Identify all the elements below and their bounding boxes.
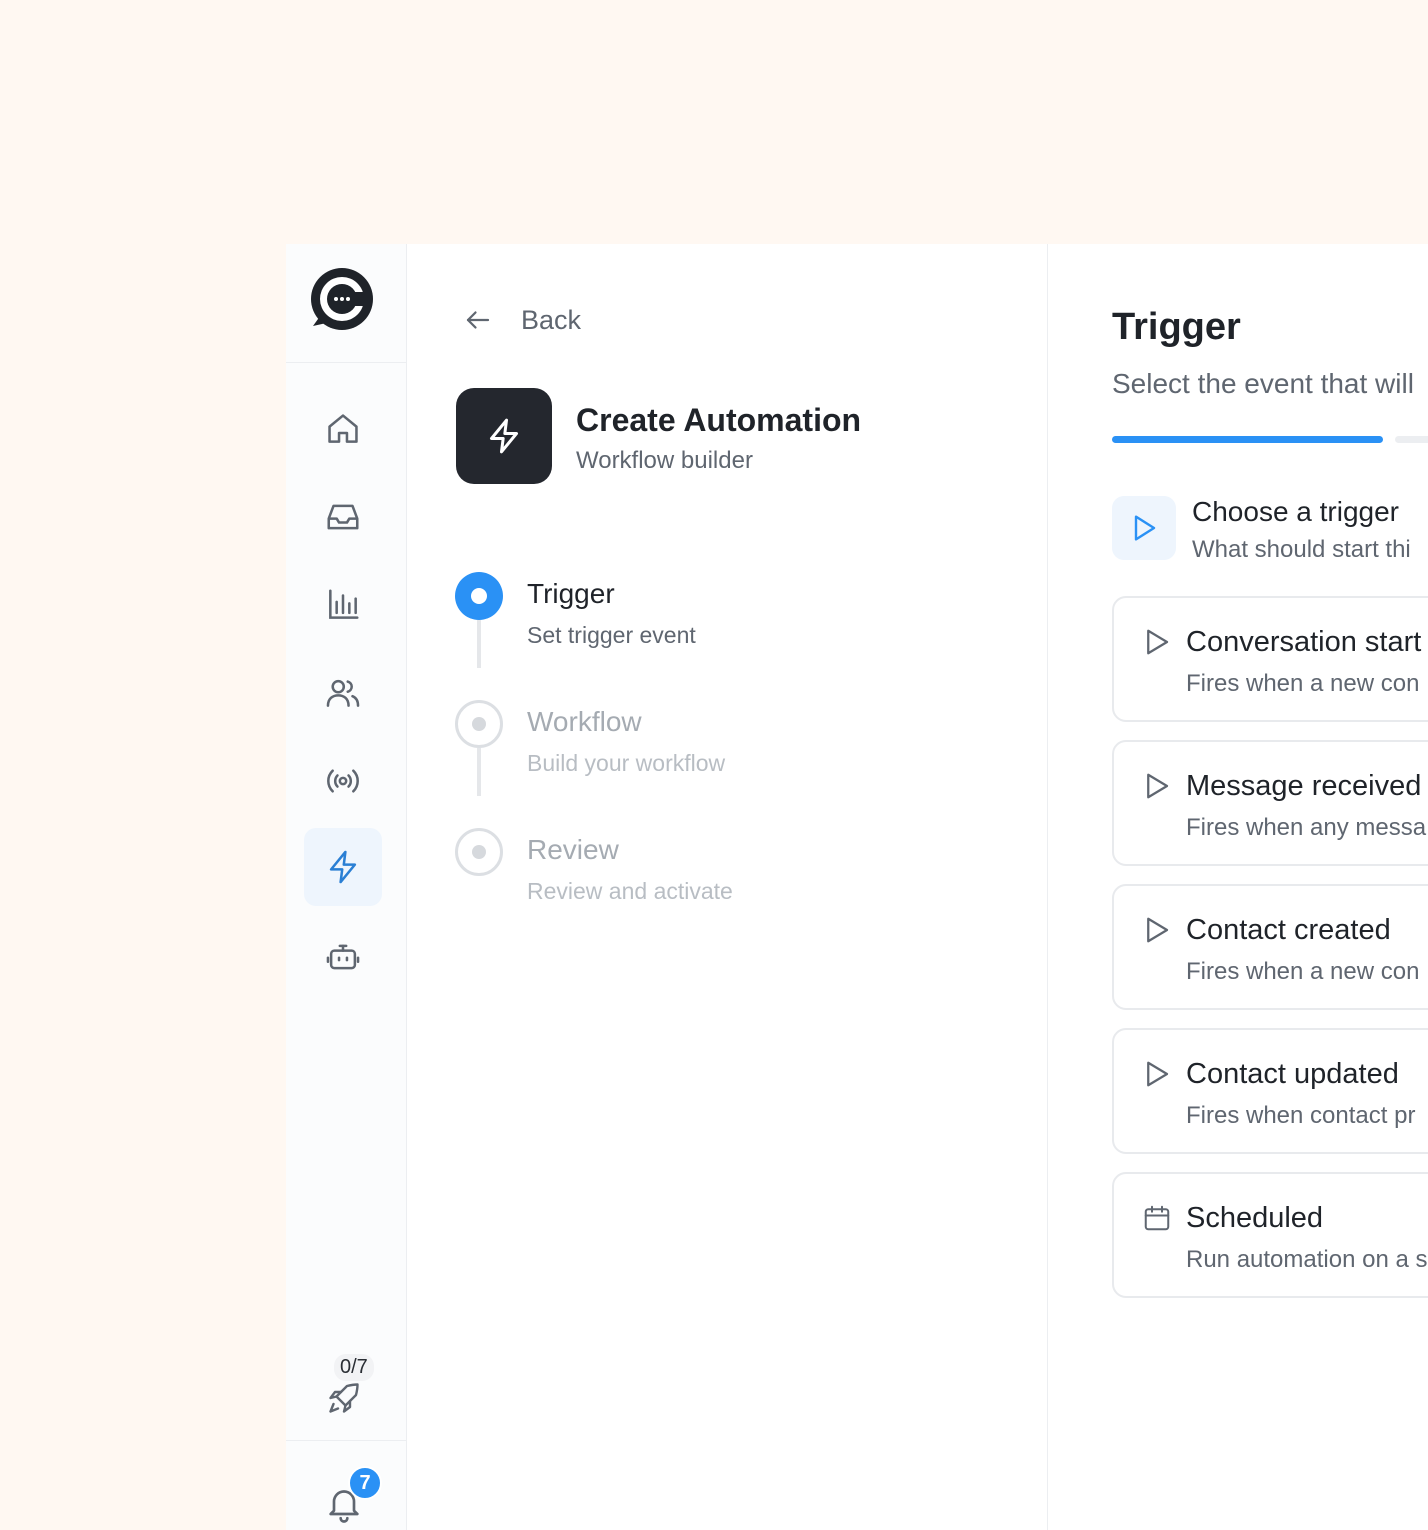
step-subtitle: Set trigger event (527, 622, 696, 648)
bolt-icon (490, 418, 518, 454)
nav-automation[interactable] (304, 828, 382, 906)
notification-count-badge: 7 (348, 1466, 382, 1500)
step-indicator-active (455, 572, 503, 620)
arrow-left-icon (466, 311, 490, 329)
logo-icon[interactable] (309, 266, 375, 332)
step-subtitle: Build your workflow (527, 750, 726, 776)
play-icon (1147, 917, 1169, 943)
step-review[interactable]: Review Review and activate (455, 828, 1015, 938)
automation-bolt-icon (329, 850, 357, 884)
step-title: Trigger (527, 578, 615, 609)
trigger-option-subtitle: Fires when contact pr (1186, 1102, 1416, 1129)
page-subtitle: Workflow builder (576, 447, 753, 474)
onboarding-count: 0/7 (334, 1354, 374, 1381)
back-label: Back (521, 304, 582, 335)
choose-trigger-subtitle: What should start thi (1192, 536, 1411, 563)
inbox-icon (327, 504, 359, 530)
automation-badge (456, 388, 552, 484)
nav-inbox[interactable] (304, 478, 382, 556)
step-title: Review (527, 834, 619, 865)
trigger-option-title: Contact created (1186, 914, 1391, 946)
nav-bot[interactable] (304, 918, 382, 996)
bot-icon (326, 944, 360, 970)
section-title: Trigger (1112, 306, 1241, 348)
trigger-option-contact-created[interactable]: Contact created Fires when a new con (1112, 884, 1428, 1010)
trigger-option-subtitle: Run automation on a s (1186, 1246, 1428, 1273)
trigger-option-subtitle: Fires when a new con (1186, 670, 1420, 697)
progress-segment-pending (1395, 436, 1428, 443)
broadcast-icon (327, 769, 359, 793)
choose-trigger-badge (1112, 496, 1176, 560)
step-title: Workflow (527, 706, 642, 737)
nav-broadcast[interactable] (304, 742, 382, 820)
trigger-option-scheduled[interactable]: Scheduled Run automation on a s (1112, 1172, 1428, 1298)
trigger-option-title: Conversation start (1186, 626, 1422, 658)
trigger-option-contact-updated[interactable]: Contact updated Fires when contact pr (1112, 1028, 1428, 1154)
trigger-option-title: Message received (1186, 770, 1422, 802)
sidebar: 0/7 7 (286, 244, 407, 1530)
contacts-icon (326, 679, 360, 707)
trigger-option-subtitle: Fires when a new con (1186, 958, 1420, 985)
nav-home[interactable] (304, 390, 382, 468)
sidebar-divider (286, 1440, 406, 1441)
reports-icon (329, 589, 359, 619)
play-icon (1134, 515, 1156, 541)
trigger-option-conversation-start[interactable]: Conversation start Fires when a new con (1112, 596, 1428, 722)
back-button[interactable]: Back (463, 300, 581, 340)
steps-panel: Back Create Automation Workflow builder … (407, 244, 1048, 1530)
play-icon (1147, 1061, 1169, 1087)
trigger-option-title: Scheduled (1186, 1202, 1324, 1234)
progress-segment-complete (1112, 436, 1383, 443)
trigger-option-title: Contact updated (1186, 1058, 1399, 1090)
step-subtitle: Review and activate (527, 878, 733, 904)
calendar-icon (1144, 1205, 1170, 1231)
step-connector (477, 620, 481, 668)
page-title: Create Automation (576, 402, 862, 438)
play-icon (1147, 773, 1169, 799)
trigger-panel: Trigger Select the event that will Choos… (1048, 244, 1428, 1530)
choose-trigger-title: Choose a trigger (1192, 496, 1400, 527)
step-indicator-pending (455, 700, 503, 748)
nav-contacts[interactable] (304, 654, 382, 732)
step-connector (477, 748, 481, 796)
trigger-option-subtitle: Fires when any messa (1186, 814, 1427, 841)
nav-reports[interactable] (304, 566, 382, 644)
onboarding-progress[interactable]: 0/7 (326, 1352, 386, 1416)
step-indicator-pending (455, 828, 503, 876)
trigger-option-message-received[interactable]: Message received Fires when any messa (1112, 740, 1428, 866)
home-icon (328, 414, 358, 443)
section-subtitle: Select the event that will (1112, 368, 1414, 399)
rocket-icon (329, 1383, 359, 1413)
play-icon (1147, 629, 1169, 655)
step-trigger[interactable]: Trigger Set trigger event (455, 572, 1015, 682)
logo-area (286, 244, 406, 363)
step-workflow[interactable]: Workflow Build your workflow (455, 700, 1015, 810)
app-window: 0/7 7 Back Create Automation Workflow bu… (286, 244, 1428, 1530)
